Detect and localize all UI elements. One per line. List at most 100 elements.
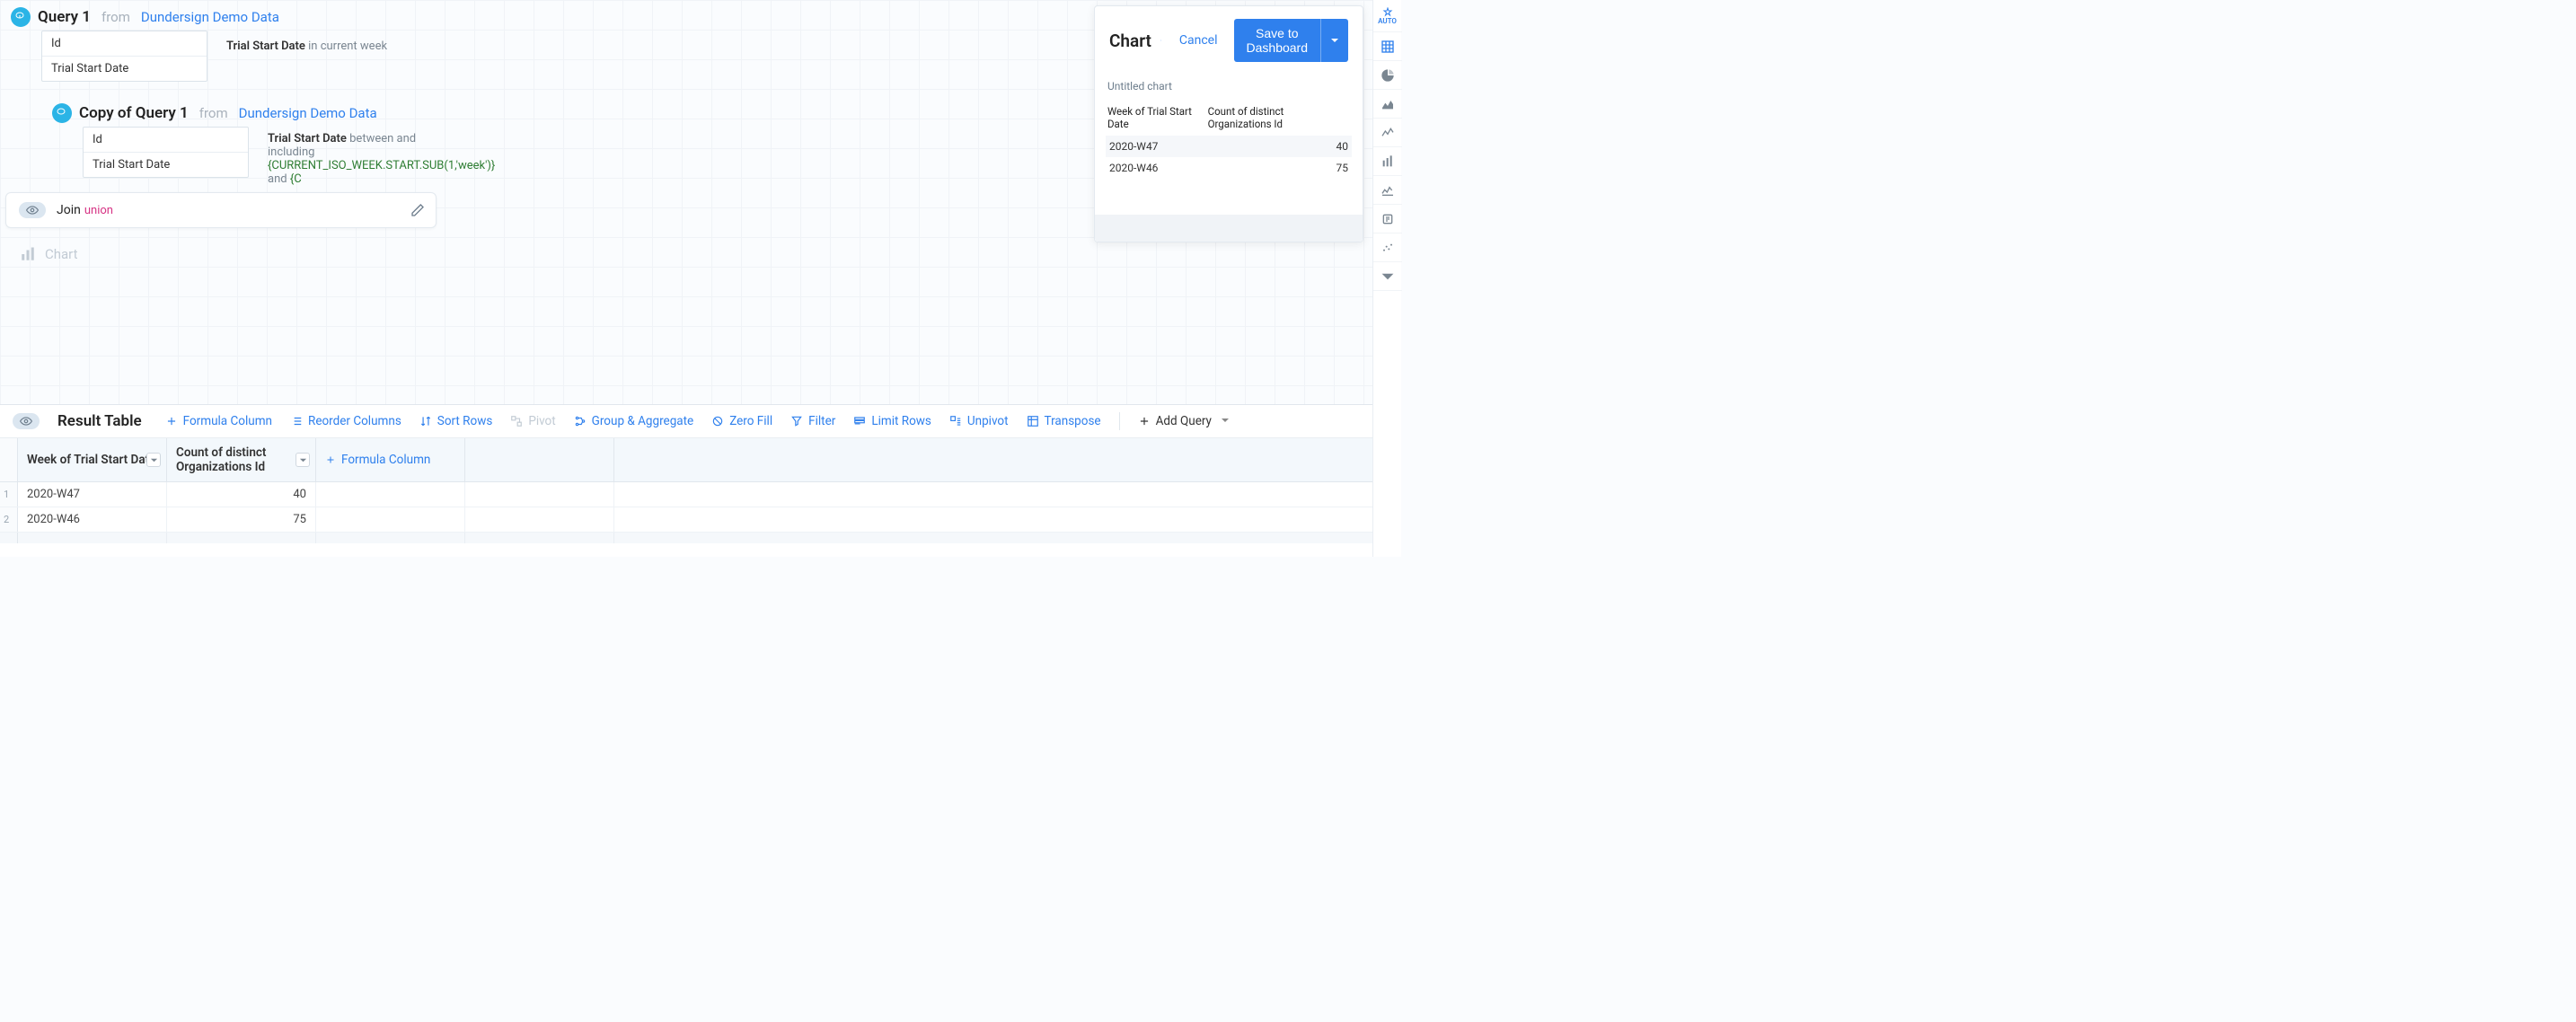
join-label: Join (57, 203, 81, 217)
cell-week[interactable]: 2020-W47 (18, 482, 167, 507)
database-icon (52, 103, 72, 123)
zero-fill-button[interactable]: Zero Fill (711, 414, 772, 428)
rail-line-icon[interactable] (1373, 119, 1402, 147)
add-query-button[interactable]: Add Query (1138, 414, 1212, 428)
rail-auto[interactable]: AUTO (1373, 0, 1402, 32)
join-row[interactable]: Join union (5, 192, 437, 228)
condition-field: Trial Start Date (268, 132, 347, 145)
condition-block-2[interactable]: Trial Start Date between and including {… (268, 132, 456, 186)
query-source[interactable]: Dundersign Demo Data (141, 9, 279, 25)
group-aggregate-button[interactable]: Group & Aggregate (574, 414, 694, 428)
chart-table-header: Week of Trial Start Date Count of distin… (1106, 101, 1352, 136)
column-header-formula[interactable]: Formula Column (316, 438, 465, 481)
formula-column-button[interactable]: Formula Column (165, 414, 272, 428)
condition-code2: {C (290, 172, 302, 186)
query-from-word: from (199, 105, 228, 121)
cell-empty (316, 507, 465, 532)
field-row[interactable]: Id (42, 31, 207, 56)
rail-number-icon[interactable] (1373, 205, 1402, 233)
cell-empty (614, 482, 1401, 507)
rail-auto-label: AUTO (1378, 18, 1397, 25)
chart-cell-value: 75 (1337, 162, 1349, 174)
rail-scatter-icon[interactable] (1373, 233, 1402, 262)
join-type: union (84, 204, 113, 217)
gear-icon[interactable] (1160, 32, 1161, 48)
filter-button[interactable]: Filter (790, 414, 835, 428)
cell-empty (465, 482, 614, 507)
field-row[interactable]: Trial Start Date (42, 56, 207, 81)
condition-text: in current week (308, 40, 387, 53)
condition-code: {CURRENT_ISO_WEEK.START.SUB(1,'week')} (268, 159, 495, 172)
result-table-section: Result Table Formula Column Reorder Colu… (0, 404, 1401, 557)
query-source[interactable]: Dundersign Demo Data (239, 105, 377, 121)
rail-combo-icon[interactable] (1373, 176, 1402, 205)
save-dropdown-button[interactable] (1320, 19, 1348, 62)
rail-bar-icon[interactable] (1373, 147, 1402, 176)
chart-panel-header: Chart Cancel Save to Dashboard (1095, 6, 1363, 71)
chart-type-rail: AUTO (1372, 0, 1401, 557)
save-to-dashboard-button[interactable]: Save to Dashboard (1234, 19, 1320, 62)
cell-empty (316, 482, 465, 507)
column-header-week[interactable]: Week of Trial Start Date (18, 438, 167, 481)
column-header-empty (465, 438, 614, 481)
rail-more-icon[interactable] (1373, 262, 1402, 291)
row-number: 1 (0, 482, 18, 507)
chart-step-entry[interactable]: Chart (20, 246, 1401, 262)
row-number: 2 (0, 507, 18, 532)
pencil-icon[interactable] (410, 203, 425, 217)
sort-rows-button[interactable]: Sort Rows (419, 414, 493, 428)
pivot-button[interactable]: Pivot (510, 414, 555, 428)
transpose-button[interactable]: Transpose (1027, 414, 1101, 428)
chart-entry-label: Chart (45, 246, 78, 262)
database-icon (11, 7, 31, 27)
rail-table-icon[interactable] (1373, 32, 1402, 61)
chart-panel-footer (1095, 215, 1363, 242)
chart-cell-value: 40 (1337, 140, 1349, 153)
query-title: Copy of Query 1 (79, 104, 189, 122)
chart-panel-body: Untitled chart Week of Trial Start Date … (1095, 71, 1363, 242)
cancel-button[interactable]: Cancel (1179, 33, 1218, 48)
chart-panel: Chart Cancel Save to Dashboard Untitled … (1094, 5, 1363, 242)
rail-pie-icon[interactable] (1373, 61, 1402, 90)
grid-footer (0, 533, 1401, 543)
add-formula-link: Formula Column (325, 453, 430, 467)
condition-field: Trial Start Date (226, 40, 305, 53)
column-header-count[interactable]: Count of distinct Organizations Id (167, 438, 316, 481)
cell-week[interactable]: 2020-W46 (18, 507, 167, 532)
chart-panel-title: Chart (1109, 31, 1151, 51)
add-query-dropdown[interactable] (1221, 415, 1230, 428)
result-grid-header: Week of Trial Start Date Count of distin… (0, 438, 1401, 482)
eye-icon[interactable] (19, 202, 46, 218)
condition-mid: and (268, 172, 290, 186)
condition-block-1[interactable]: Trial Start Date in current week (226, 40, 387, 53)
field-row[interactable]: Trial Start Date (84, 152, 248, 177)
table-row[interactable]: 1 2020-W47 40 (0, 482, 1401, 507)
field-row[interactable]: Id (84, 128, 248, 152)
chart-row[interactable]: 2020-W46 75 (1106, 157, 1352, 179)
cell-empty (465, 507, 614, 532)
query-title: Query 1 (38, 8, 91, 26)
chart-cell-week: 2020-W47 (1109, 140, 1158, 153)
result-title: Result Table (57, 412, 142, 430)
reorder-columns-button[interactable]: Reorder Columns (290, 414, 401, 428)
table-row[interactable]: 2 2020-W46 75 (0, 507, 1401, 533)
cell-count[interactable]: 75 (167, 507, 316, 532)
row-number-header (0, 438, 18, 481)
eye-icon[interactable] (13, 413, 40, 429)
chart-cell-week: 2020-W46 (1109, 162, 1158, 174)
chart-row[interactable]: 2020-W47 40 (1106, 136, 1352, 157)
rail-area-icon[interactable] (1373, 90, 1402, 119)
bar-chart-icon (20, 246, 36, 262)
chart-col-2: Count of distinct Organizations Id (1208, 105, 1350, 130)
cell-empty (614, 507, 1401, 532)
chevron-down-icon[interactable] (296, 453, 310, 467)
chart-name-label[interactable]: Untitled chart (1106, 76, 1352, 101)
chevron-down-icon[interactable] (146, 453, 161, 467)
cell-count[interactable]: 40 (167, 482, 316, 507)
result-toolbar: Result Table Formula Column Reorder Colu… (0, 405, 1401, 438)
unpivot-button[interactable]: Unpivot (949, 414, 1009, 428)
chart-col-1: Week of Trial Start Date (1107, 105, 1208, 130)
field-list-2[interactable]: Id Trial Start Date (83, 127, 249, 178)
limit-rows-button[interactable]: Limit Rows (853, 414, 931, 428)
field-list-1[interactable]: Id Trial Start Date (41, 31, 207, 82)
